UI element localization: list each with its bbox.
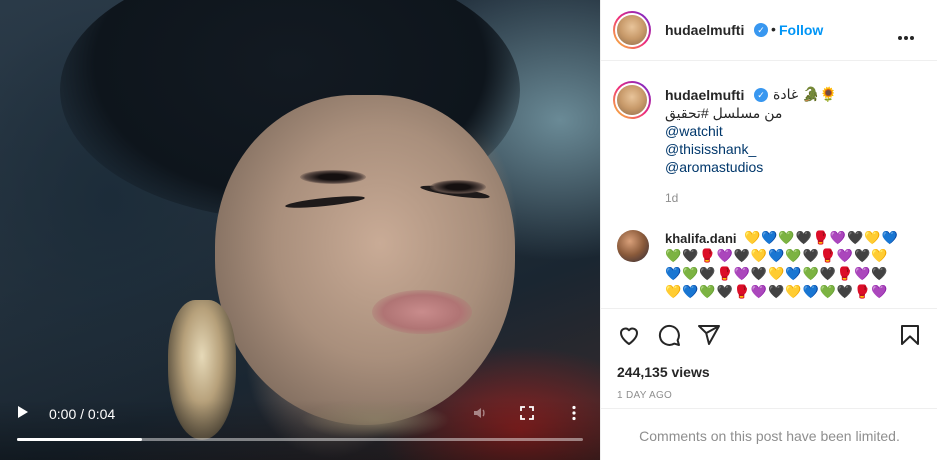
more-horizontal-icon[interactable] <box>898 27 916 40</box>
video-frame-eye-right <box>430 180 486 194</box>
post-time-ago[interactable]: 1 DAY AGO <box>617 390 672 401</box>
video-frame-eye-left <box>300 170 366 184</box>
post-side-panel: hudaelmufti ✓ • Follow hudaelmufti ✓ غاد… <box>600 0 937 460</box>
video-progress-fill <box>17 438 142 441</box>
follow-button[interactable]: Follow <box>779 22 823 38</box>
comment-emoji-row: 💙💚🖤🥊💜🖤💛💙💚🖤🥊💜🖤 <box>665 266 889 281</box>
video-frame-face <box>215 95 515 425</box>
comment-icon[interactable] <box>657 323 681 347</box>
caption-author-avatar-image <box>615 83 649 117</box>
post-actions-bar <box>601 308 937 358</box>
comment-emoji-row: 💛💙💚🖤🥊💜🖤💛💙💚🖤🥊💜 <box>665 284 889 299</box>
caption-timestamp[interactable]: 1d <box>665 191 678 205</box>
comment-emoji-row: 💚🖤🥊💜🖤💛💙💚🖤🥊💜🖤💛 <box>665 248 889 263</box>
share-icon[interactable] <box>697 323 721 347</box>
heart-icon[interactable] <box>617 323 641 347</box>
author-avatar-image <box>615 13 649 47</box>
commenter-avatar[interactable] <box>617 230 649 262</box>
commenter-username[interactable]: khalifa.dani <box>665 231 737 246</box>
author-avatar[interactable] <box>613 11 651 49</box>
verified-badge-icon: ✓ <box>754 23 768 37</box>
caption-mention-watchit[interactable]: @watchit <box>665 122 723 140</box>
more-vertical-icon[interactable] <box>570 405 578 421</box>
video-frame-lips <box>372 290 472 334</box>
caption-verified-badge-icon: ✓ <box>754 88 768 102</box>
caption-line-1: غادة 🐊🌻 <box>773 86 837 102</box>
bookmark-icon[interactable] <box>898 323 922 347</box>
video-player[interactable]: 0:00 / 0:04 <box>0 0 600 460</box>
caption-author-username[interactable]: hudaelmufti <box>665 87 744 103</box>
video-progress-bar[interactable] <box>17 438 583 441</box>
post-header: hudaelmufti ✓ • Follow <box>601 0 937 61</box>
header-separator: • <box>771 21 776 37</box>
comments-limited-bar: Comments on this post have been limited. <box>601 408 937 460</box>
comment-emoji-row: 💛💙💚🖤🥊💜🖤💛💙 <box>744 230 899 245</box>
comments-limited-notice: Comments on this post have been limited. <box>639 428 900 444</box>
view-count[interactable]: 244,135 views <box>617 364 710 380</box>
author-username[interactable]: hudaelmufti <box>665 22 744 38</box>
caption-mention-thisisshank[interactable]: @thisisshank_ <box>665 140 756 158</box>
caption-mention-aromastudios[interactable]: @aromastudios <box>665 158 763 176</box>
caption-line-2: من مسلسل #تحقيق <box>665 105 783 121</box>
caption-author-avatar[interactable] <box>613 81 651 119</box>
play-icon[interactable] <box>18 406 28 418</box>
volume-icon[interactable] <box>472 405 488 421</box>
fullscreen-icon[interactable] <box>520 406 534 420</box>
video-time-display: 0:00 / 0:04 <box>49 406 116 422</box>
